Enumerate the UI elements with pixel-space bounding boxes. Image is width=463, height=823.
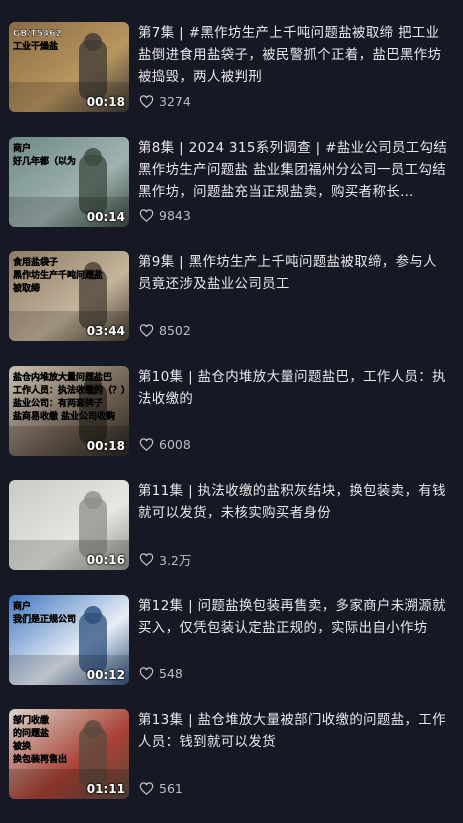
episode-title[interactable]: 第9集 | 黑作坊生产上千吨问题盐被取缔，参与人员竟还涉及盐业公司员工 <box>138 252 450 296</box>
heart-outline-icon <box>139 781 154 795</box>
thumbnail-caption: 的问题盐 <box>13 727 49 739</box>
like-count-value: 6008 <box>159 437 191 452</box>
video-thumbnail[interactable]: 商户 我们是正规公司 00:12 <box>9 594 129 685</box>
like-count-value: 9843 <box>159 208 191 223</box>
video-duration: 00:18 <box>86 95 125 109</box>
episode-item[interactable]: 盐仓内堆放大量问题盐巴 工作人员：执法收缴的（？） 盐业公司：有两套牌子 盐商易收缴 … <box>0 365 463 480</box>
episode-title[interactable]: 第11集 | 执法收缴的盐积灰结块，换包装卖，有钱就可以发货，未核实购买者身份 <box>138 481 450 525</box>
video-thumbnail[interactable]: 商户 好几年都（以为 00:14 <box>9 136 129 227</box>
episode-title[interactable]: 第12集 | 问题盐换包装再售卖，多家商户未溯源就买入，仅凭包装认定盐正规的，实… <box>138 596 450 640</box>
video-duration: 00:16 <box>86 553 125 567</box>
episode-title[interactable]: 第7集 | #黑作坊生产上千吨问题盐被取缔 把工业盐倒进食用盐袋子，被民警抓个正… <box>138 23 450 89</box>
thumbnail-caption: 被换 <box>13 740 32 752</box>
episode-item[interactable]: 部门收缴 的问题盐 被换 换包装再售出 01:11 第13集 | 盐仓堆放大量被部门收… <box>0 709 463 823</box>
thumbnail-caption: 换包装再售出 <box>13 753 67 765</box>
thumbnail-caption: 盐仓内堆放大量问题盐巴 <box>13 371 112 383</box>
video-duration: 00:14 <box>86 209 125 224</box>
heart-outline-icon <box>139 94 154 108</box>
video-duration: 00:18 <box>86 438 125 453</box>
thumbnail-caption: 工业干燥盐 <box>13 40 58 52</box>
heart-outline-icon <box>139 209 154 222</box>
like-count-value: 3274 <box>159 93 191 109</box>
video-thumbnail[interactable]: 00:16 <box>9 480 129 570</box>
heart-outline-icon <box>139 323 154 337</box>
like-count-value: 548 <box>159 666 183 681</box>
thumbnail-caption: 盐商易收缴 盐业公司收购 <box>13 410 115 422</box>
like-count[interactable]: 8502 <box>139 320 191 340</box>
thumbnail-caption: 盐业公司：有两套牌子 <box>13 397 103 409</box>
video-duration: 00:12 <box>86 667 125 682</box>
thumbnail-caption: 商户 <box>13 142 31 154</box>
episode-title[interactable]: 第13集 | 盐仓堆放大量被部门收缴的问题盐，工作人员：钱到就可以发货 <box>138 710 450 754</box>
like-count[interactable]: 561 <box>139 778 183 798</box>
video-thumbnail[interactable]: 食用盐袋子 黑作坊生产千吨问题盐 被取缔 03:44 <box>9 251 129 341</box>
like-count-value: 3.2万 <box>159 552 192 568</box>
like-count-value: 8502 <box>159 322 191 338</box>
like-count[interactable]: 6008 <box>139 435 191 455</box>
video-thumbnail[interactable]: GB/T5462 工业干燥盐 00:18 <box>9 22 129 112</box>
thumbnail-caption: 被取缔 <box>13 282 40 294</box>
like-count[interactable]: 9843 <box>139 206 191 226</box>
heart-outline-icon <box>139 438 154 451</box>
video-duration: 03:44 <box>86 324 125 338</box>
thumbnail-caption: 我们是正规公司 <box>13 613 76 625</box>
thumbnail-caption: 好几年都（以为 <box>12 155 76 167</box>
thumbnail-caption: 部门收缴 <box>13 714 50 726</box>
thumbnail-caption: 商户 <box>13 600 31 612</box>
like-count-value: 561 <box>159 780 183 796</box>
heart-outline-icon <box>139 552 154 566</box>
episode-item[interactable]: 商户 好几年都（以为 00:14 第8集 | 2024 315系列调查 | #盐业… <box>0 136 463 251</box>
episode-item[interactable]: 商户 我们是正规公司 00:12 第12集 | 问题盐换包装再售卖，多家商户未溯源… <box>0 594 463 709</box>
episode-item[interactable]: GB/T5462 工业干燥盐 00:18 第7集 | #黑作坊生产上千吨问题盐被取… <box>0 22 463 136</box>
episode-item[interactable]: 食用盐袋子 黑作坊生产千吨问题盐 被取缔 03:44 第9集 | 黑作坊生产上千吨问… <box>0 251 463 365</box>
thumbnail-caption: 食用盐袋子 <box>12 256 58 268</box>
like-count[interactable]: 3.2万 <box>139 549 191 569</box>
episode-item[interactable]: 00:16 第11集 | 执法收缴的盐积灰结块，换包装卖，有钱就可以发货，未核实… <box>0 480 463 594</box>
video-thumbnail[interactable]: 盐仓内堆放大量问题盐巴 工作人员：执法收缴的（？） 盐业公司：有两套牌子 盐商易收缴 … <box>9 365 129 456</box>
video-duration: 01:11 <box>86 782 125 796</box>
thumbnail-caption: GB/T5462 <box>13 29 62 39</box>
episode-list: GB/T5462 工业干燥盐 00:18 第7集 | #黑作坊生产上千吨问题盐被取… <box>0 0 463 815</box>
episode-title[interactable]: 第8集 | 2024 315系列调查 | #盐业公司员工勾结黑作坊生产问题盐 盐… <box>138 138 450 204</box>
heart-outline-icon <box>139 667 154 680</box>
like-count[interactable]: 3274 <box>139 91 191 111</box>
thumbnail-caption: 工作人员：执法收缴的（？） <box>13 384 129 396</box>
like-count[interactable]: 548 <box>139 664 183 684</box>
episode-title[interactable]: 第10集 | 盐仓内堆放大量问题盐巴，工作人员：执法收缴的 <box>138 367 450 411</box>
video-thumbnail[interactable]: 部门收缴 的问题盐 被换 换包装再售出 01:11 <box>9 709 129 799</box>
thumbnail-caption: 黑作坊生产千吨问题盐 <box>13 269 103 281</box>
